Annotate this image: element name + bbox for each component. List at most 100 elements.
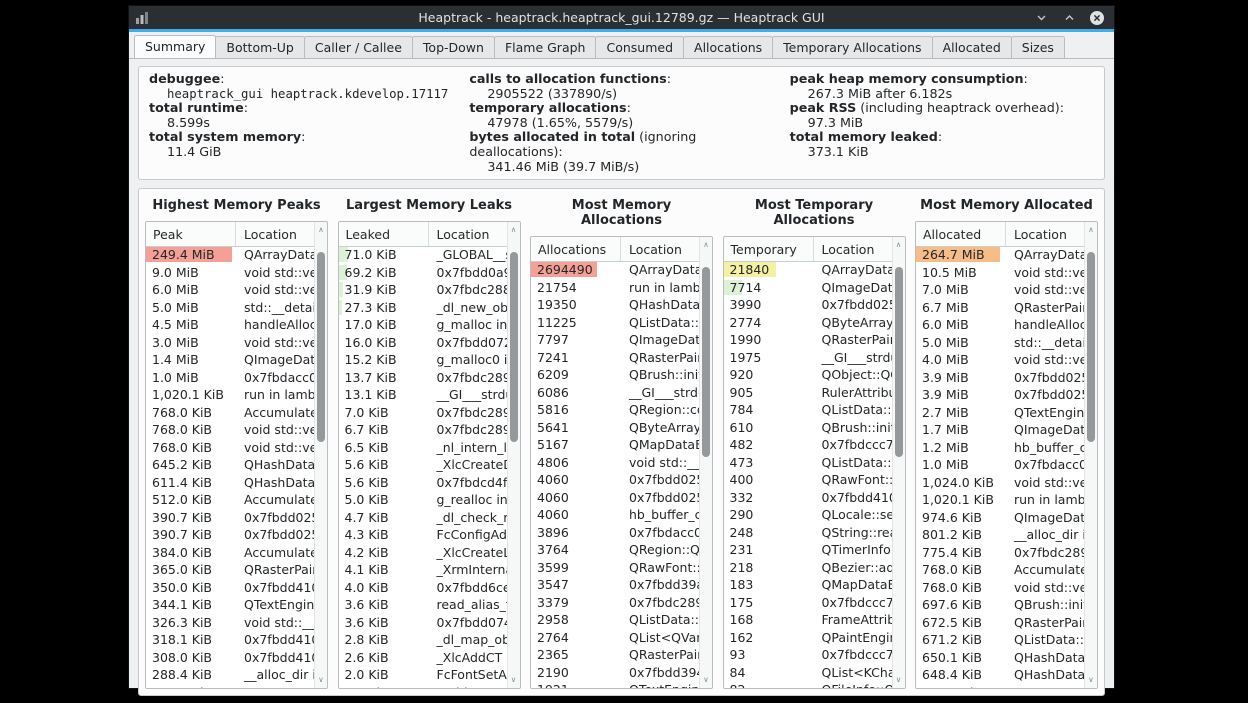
column-header-location[interactable]: Location [236,222,314,246]
table-row[interactable]: 290QLocale::set... [724,506,892,524]
tab-allocated[interactable]: Allocated [932,36,1012,58]
close-icon[interactable] [1089,10,1105,26]
table-row[interactable]: 162QPaintEngine... [724,629,892,647]
scrollbar-thumb[interactable] [317,252,325,442]
table-row[interactable]: 672.5 KiBQRasterPaint... [916,614,1084,632]
table-row[interactable]: 15.2 KiBg_malloc0 in ... [339,351,507,369]
scrollbar[interactable]: ∧∨ [314,222,327,688]
column-header-peak[interactable]: Peak [146,222,236,246]
table-row[interactable]: 930x7fbdccc7e... [724,646,892,664]
tab-summary[interactable]: Summary [134,35,216,58]
scroll-down-icon[interactable]: ∨ [315,675,327,685]
tab-allocations[interactable]: Allocations [683,36,773,58]
table-row[interactable]: 4.1 KiB_XrmInternal... [339,561,507,579]
table-row[interactable]: 390.7 KiB0x7fbdd0250... [146,509,314,527]
table-row[interactable]: 697.6 KiBQBrush::init(... [916,596,1084,614]
table-row[interactable]: 5.6 KiB0x7fbdcd4fc... [339,474,507,492]
table-row[interactable]: 3.9 MiB0x7fbdd0250... [916,386,1084,404]
table-row[interactable]: 1.0 MiB0x7fbdacc0d... [146,369,314,387]
table-row[interactable]: 671.2 KiBQListData::re... [916,631,1084,649]
maximize-icon[interactable] [1061,10,1077,26]
table-row[interactable]: 7.0 KiB0x7fbdc289c... [339,404,507,422]
table-row[interactable]: 6.7 MiBQRasterPaint... [916,299,1084,317]
scrollbar-thumb[interactable] [895,267,903,457]
table-row[interactable]: 218QBezier::add... [724,559,892,577]
table-row[interactable]: 1.7 MiBQImageData:... [916,421,1084,439]
table-row[interactable]: 974.6 KiBQImageData:... [916,509,1084,527]
table-row[interactable]: 2.8 KiB_dl_map_obje... [339,631,507,649]
column-header-allocations[interactable]: Allocations [531,237,621,261]
table-row[interactable]: 645.2 KiBQHashData::... [146,456,314,474]
table-row[interactable]: 1.4 MiBQImageData:... [146,351,314,369]
table-row[interactable]: 4.7 KiB_dl_check_m... [339,509,507,527]
table-row[interactable]: 2774QByteArray::... [724,314,892,332]
table-row[interactable]: 40600x7fbdd0250... [531,489,699,507]
table-row[interactable]: 1975__GI___strdup... [724,349,892,367]
table-row[interactable]: 4.5 MiBhandleAlloca... [146,316,314,334]
table-row[interactable]: 3.6 KiBread_alias_fil... [339,596,507,614]
table-row[interactable]: 71.0 KiB_GLOBAL__su... [339,246,507,264]
table-row[interactable]: 344.1 KiBQTextEngine:... [146,596,314,614]
scroll-down-icon[interactable]: ∨ [1085,675,1097,685]
scroll-up-icon[interactable]: ∧ [700,240,712,250]
scrollbar-thumb[interactable] [1087,252,1095,442]
table-row[interactable]: 4806void std::__cx... [531,454,699,472]
table-row[interactable]: 3599QRawFont::Q... [531,559,699,577]
column-header-leaked[interactable]: Leaked [339,222,429,246]
tab-top-down[interactable]: Top-Down [412,36,495,58]
table-row[interactable]: 21900x7fbdd3941... [531,664,699,682]
table-row[interactable]: 638.7 KiBXML_GetBuff... [916,684,1084,689]
table-row[interactable]: 3.0 MiBvoid std::vect... [146,334,314,352]
table-row[interactable]: 13.7 KiB0x7fbdc289c... [339,369,507,387]
table-row[interactable]: 7241QRasterPaint... [531,349,699,367]
table-row[interactable]: 1.2 MiBhb_buffer_cr... [916,439,1084,457]
table-row[interactable]: 3764QRegion::QR... [531,541,699,559]
table-row[interactable]: 2365QRasterPaint... [531,646,699,664]
table-row[interactable]: 1,020.1 KiBrun in lambd... [146,386,314,404]
table-row[interactable]: 82QFileInfo::QFi... [724,681,892,688]
table-row[interactable]: 768.0 KiBvoid std::vect... [146,421,314,439]
table-row[interactable]: 9.0 MiBvoid std::vect... [146,264,314,282]
table-row[interactable]: 35470x7fbdd39a8... [531,576,699,594]
scrollbar[interactable]: ∧∨ [507,222,520,688]
table-row[interactable]: 5167QMapDataBa... [531,436,699,454]
titlebar[interactable]: Heaptrack - heaptrack.heaptrack_gui.1278… [129,6,1114,29]
minimize-icon[interactable] [1033,10,1049,26]
table-row[interactable]: 512.0 KiBAccumulated... [146,491,314,509]
table-row[interactable]: 21840QArrayData::... [724,261,892,279]
table-row[interactable]: 2764QList<QVaria... [531,629,699,647]
table-row[interactable]: 6.0 MiBvoid std::vect... [146,281,314,299]
table-row[interactable]: 27.3 KiB_dl_new_obje... [339,299,507,317]
table-row[interactable]: 318.1 KiB0x7fbdd4100... [146,631,314,649]
table-row[interactable]: 2694490QArrayData::... [531,261,699,279]
table-row[interactable]: 648.4 KiBQHashData::r... [916,666,1084,684]
column-header-allocated[interactable]: Allocated [916,222,1006,246]
table-row[interactable]: 4.3 KiBFcConfigAdd... [339,526,507,544]
table-row[interactable]: 288.4 KiB__alloc_dir in ... [146,666,314,684]
table-row[interactable]: 3.6 KiB0x7fbdd074a... [339,614,507,632]
table-row[interactable]: 365.0 KiBQRasterPaint... [146,561,314,579]
tab-sizes[interactable]: Sizes [1011,36,1065,58]
table-row[interactable]: 768.0 KiBAccumulated... [146,404,314,422]
table-row[interactable]: 40600x7fbdd0250... [531,471,699,489]
table-row[interactable]: 6.7 KiB0x7fbdc289c... [339,421,507,439]
table-row[interactable]: 17.0 KiBg_malloc in ?... [339,316,507,334]
table-row[interactable]: 183QMapDataBa... [724,576,892,594]
scrollbar[interactable]: ∧∨ [1084,222,1097,688]
column-header-location[interactable]: Location [621,237,699,261]
table-row[interactable]: 784QListData::d... [724,401,892,419]
table-row[interactable]: 768.0 KiBvoid std::vect... [916,579,1084,597]
table-row[interactable]: 249.4 MiBQArrayData::... [146,246,314,264]
table-row[interactable]: 611.4 KiBQHashData::r... [146,474,314,492]
scroll-down-icon[interactable]: ∨ [700,675,712,685]
table-row[interactable]: 3320x7fbdd410c... [724,489,892,507]
table-row[interactable]: 1921QTextEngine:... [531,681,699,688]
scrollbar-thumb[interactable] [702,267,710,457]
tab-consumed[interactable]: Consumed [595,36,684,58]
table-row[interactable]: 4060hb_buffer_cre... [531,506,699,524]
table-row[interactable]: 6.5 KiB_nl_intern_lo... [339,439,507,457]
table-row[interactable]: 84QList<KChart... [724,664,892,682]
table-row[interactable]: 5641QByteArray::r... [531,419,699,437]
table-row[interactable]: 1990QRasterPaint... [724,331,892,349]
table-row[interactable]: 231QTimerInfoLi... [724,541,892,559]
